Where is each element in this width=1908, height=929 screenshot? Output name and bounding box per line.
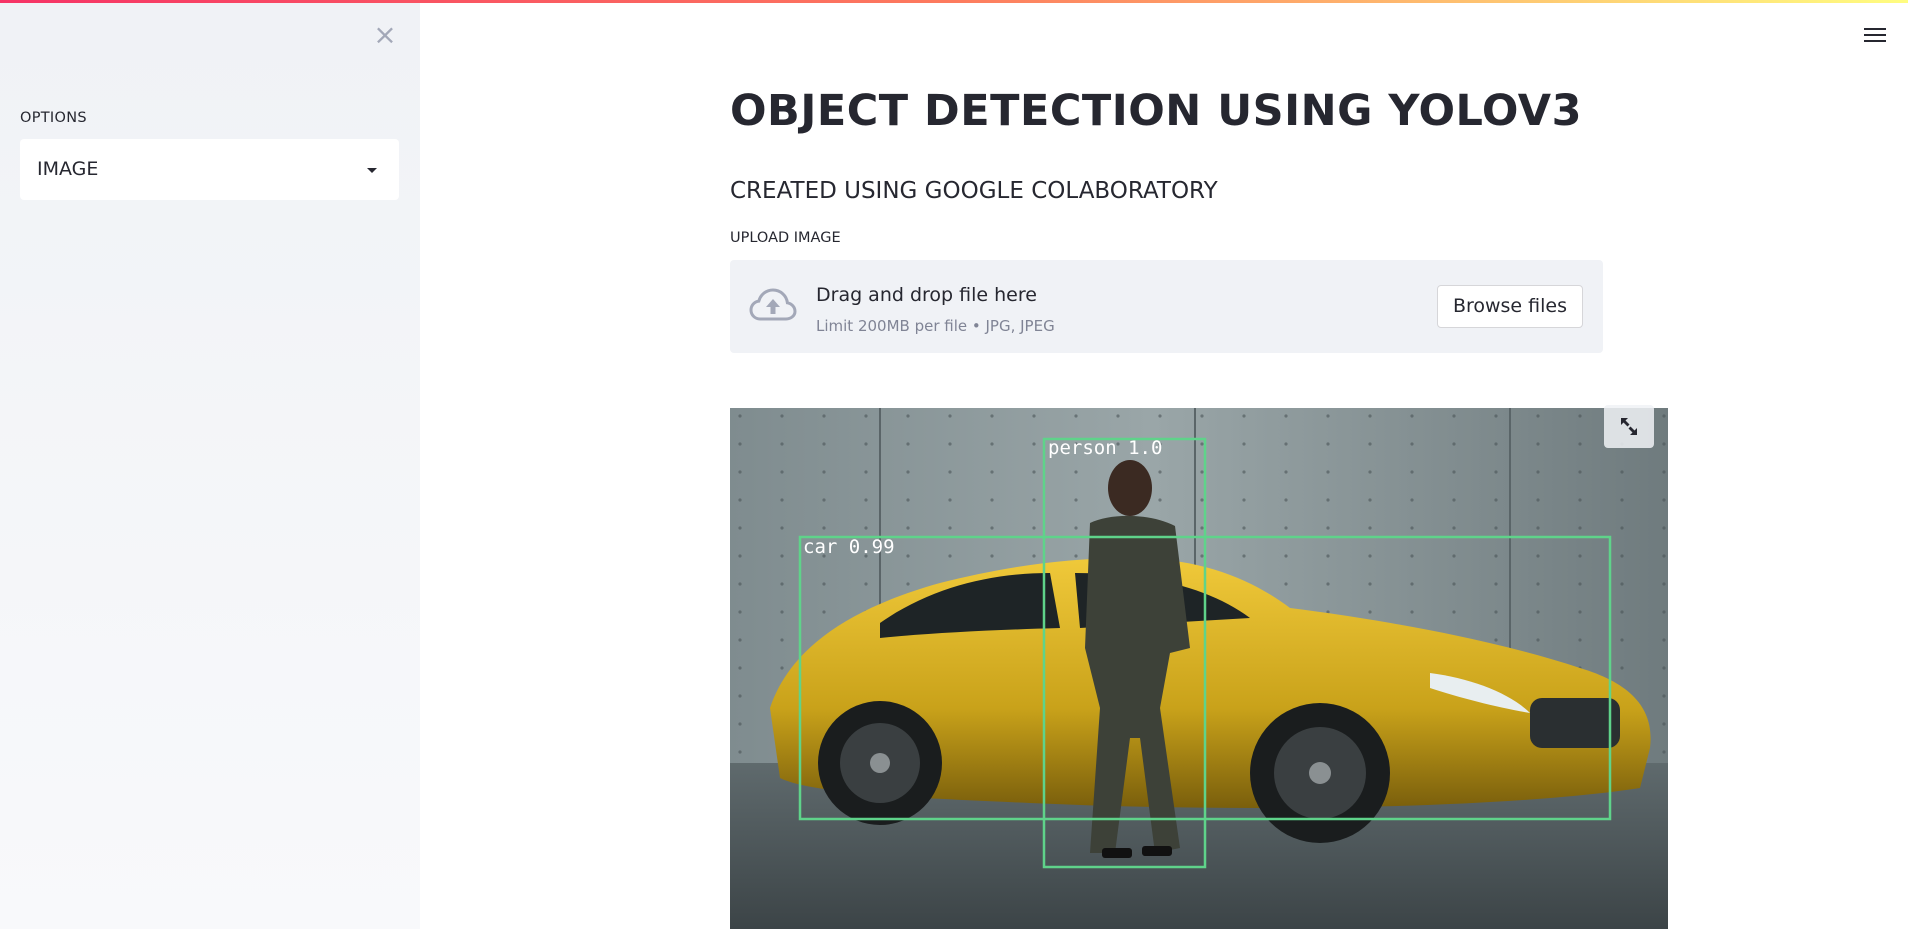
page-subtitle: CREATED USING GOOGLE COLABORATORY (730, 178, 1218, 204)
detection-result-image: person 1.0 car 0.99 (730, 408, 1668, 929)
close-sidebar-button[interactable]: × (372, 21, 398, 49)
dropzone-limit-text: Limit 200MB per file • JPG, JPEG (816, 317, 1055, 335)
file-uploader-dropzone[interactable]: Drag and drop file here Limit 200MB per … (730, 260, 1603, 353)
browse-files-button[interactable]: Browse files (1436, 285, 1583, 328)
detection-scene: person 1.0 car 0.99 (730, 408, 1668, 929)
options-select-value: IMAGE (37, 158, 99, 180)
car-detection-label: car 0.99 (803, 536, 895, 558)
cloud-upload-icon (749, 288, 797, 321)
fullscreen-button[interactable] (1604, 405, 1654, 448)
hamburger-menu-icon (1864, 28, 1886, 42)
options-label: OPTIONS (20, 110, 87, 126)
expand-icon (1621, 418, 1637, 435)
close-icon: × (373, 18, 397, 51)
top-decoration-bar (0, 0, 1908, 3)
page-title: OBJECT DETECTION USING YOLOV3 (730, 86, 1582, 136)
dropzone-instruction: Drag and drop file here (816, 284, 1037, 306)
person-detection-label: person 1.0 (1048, 437, 1162, 459)
caret-down-icon (367, 168, 377, 173)
main-menu-button[interactable] (1864, 24, 1886, 46)
options-select[interactable]: IMAGE (20, 139, 399, 200)
sidebar: × OPTIONS IMAGE (0, 0, 420, 929)
upload-label: UPLOAD IMAGE (730, 230, 841, 246)
